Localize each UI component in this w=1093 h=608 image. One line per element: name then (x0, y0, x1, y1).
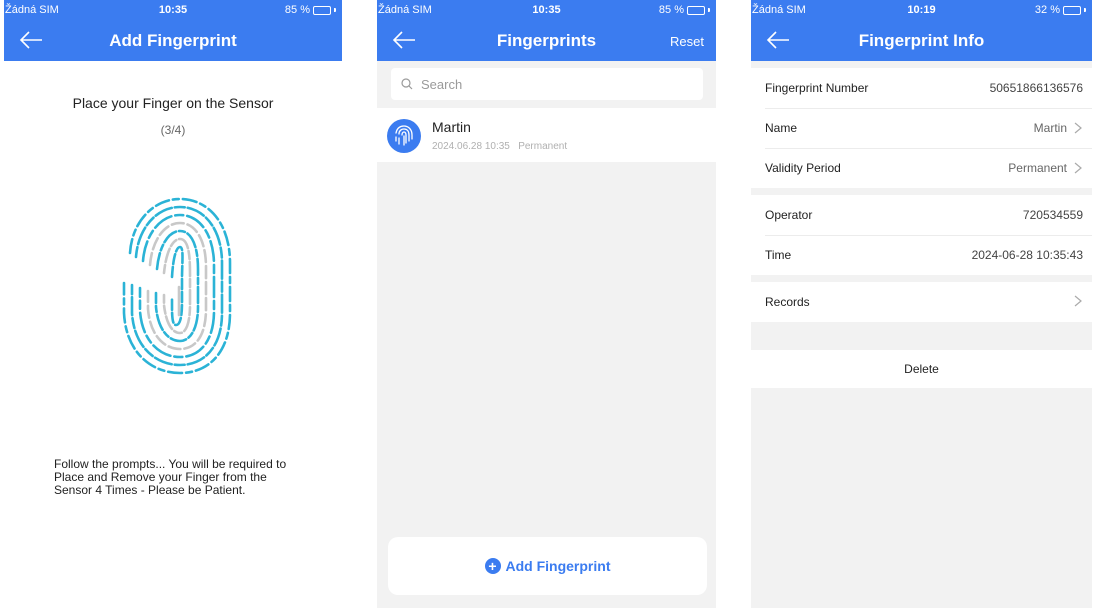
row-value: Permanent (1008, 161, 1083, 175)
fingerprint-date: 2024.06.28 10:35 (432, 141, 510, 152)
search-input[interactable]: Search (391, 68, 703, 100)
row-label: Time (765, 248, 792, 262)
battery-percent: 85 % (284, 4, 310, 16)
battery-indicator: 32 % (1035, 4, 1086, 16)
add-fingerprint-screen: Žádná SIM 10:35 85 % Add Fingerprint Pla… (4, 0, 342, 608)
chevron-right-icon (1074, 295, 1082, 307)
battery-percent: 32 % (1034, 4, 1060, 16)
battery-icon (687, 5, 705, 15)
fingerprint-info-screen: Žádná SIM 10:19 32 % Fingerprint Info Fi… (751, 0, 1092, 608)
nav-bar: Add Fingerprint (4, 20, 342, 61)
battery-icon (1063, 5, 1081, 15)
carrier-label: Žádná SIM (752, 4, 806, 16)
records-group: Records (751, 282, 1092, 322)
status-bar: Žádná SIM 10:19 32 % (751, 0, 1092, 20)
chevron-right-icon (1074, 162, 1082, 174)
row-label: Operator (765, 208, 813, 222)
records-row[interactable]: Records (751, 282, 1092, 322)
row-label: Validity Period (765, 161, 841, 175)
fingerprint-number-row: Fingerprint Number 50651866136576 (751, 68, 1092, 108)
fingerprint-avatar-icon (387, 119, 421, 153)
status-time: 10:35 (532, 4, 561, 16)
operator-group: Operator 720534559 Time 2024-06-28 10:35… (751, 195, 1092, 275)
instructions-text: Follow the prompts... You will be requir… (54, 457, 287, 497)
page-title: Fingerprint Info (858, 31, 985, 50)
reset-button[interactable]: Reset (670, 34, 704, 49)
status-bar: Žádná SIM 10:35 85 % (4, 0, 342, 20)
carrier-label: Žádná SIM (5, 4, 59, 16)
page-title: Add Fingerprint (109, 31, 237, 50)
fingerprints-list-screen: Žádná SIM 10:35 85 % Fingerprints Reset … (377, 0, 716, 608)
page-title: Fingerprints (496, 31, 597, 50)
carrier-label: Žádná SIM (378, 4, 432, 16)
battery-icon (313, 5, 331, 15)
add-fingerprint-button[interactable]: + Add Fingerprint (388, 537, 707, 595)
name-row[interactable]: Name Martin (751, 108, 1092, 148)
row-value: 50651866136576 (989, 81, 1083, 95)
row-value (1073, 295, 1083, 307)
fingerprint-validity: Permanent (518, 141, 568, 152)
row-label: Fingerprint Number (765, 81, 869, 95)
details-group: Fingerprint Number 50651866136576 Name M… (751, 68, 1092, 188)
battery-indicator: 85 % (659, 4, 710, 16)
scan-step-counter: (3/4) (160, 123, 186, 137)
sensor-prompt-title: Place your Finger on the Sensor (72, 95, 274, 111)
validity-period-row[interactable]: Validity Period Permanent (751, 148, 1092, 188)
nav-bar: Fingerprints Reset (377, 20, 716, 61)
status-time: 10:19 (907, 4, 936, 16)
row-value: 720534559 (1022, 208, 1083, 222)
chevron-right-icon (1074, 122, 1082, 134)
add-fingerprint-label: Add Fingerprint (505, 558, 611, 574)
operator-row: Operator 720534559 (751, 195, 1092, 235)
row-value: 2024-06-28 10:35:43 (971, 248, 1083, 262)
row-label: Name (765, 121, 798, 135)
battery-percent: 85 % (658, 4, 684, 16)
search-placeholder: Search (421, 76, 463, 92)
plus-circle-icon: + (484, 558, 501, 574)
fingerprint-meta: 2024.06.28 10:35 Permanent (432, 141, 567, 152)
search-icon (401, 78, 413, 90)
nav-bar: Fingerprint Info (751, 20, 1092, 61)
list-item[interactable]: Martin 2024.06.28 10:35 Permanent (377, 108, 716, 162)
row-value: Martin (1034, 121, 1083, 135)
row-label: Records (765, 295, 810, 309)
fingerprint-name: Martin (432, 119, 471, 135)
status-time: 10:35 (158, 4, 188, 16)
battery-indicator: 85 % (285, 4, 336, 16)
status-bar: Žádná SIM 10:35 85 % (377, 0, 716, 20)
delete-button[interactable]: Delete (751, 350, 1092, 388)
time-row: Time 2024-06-28 10:35:43 (751, 235, 1092, 275)
fingerprint-illustration-icon (122, 197, 232, 375)
